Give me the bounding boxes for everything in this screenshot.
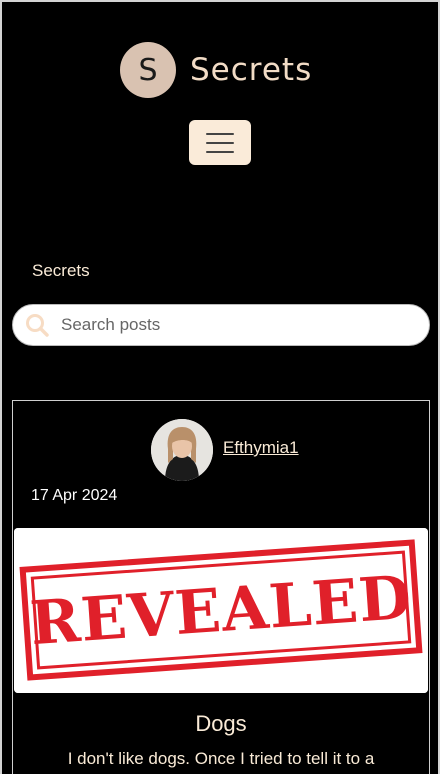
post-image[interactable]: REVEALED (14, 528, 428, 693)
hamburger-icon (206, 132, 234, 135)
logo-avatar: S (120, 42, 176, 98)
post-excerpt: I don't like dogs. Once I tried to tell … (67, 749, 375, 768)
hamburger-icon-line (206, 141, 234, 144)
search-bar[interactable] (12, 304, 430, 346)
menu-toggle-button[interactable] (189, 120, 251, 165)
search-input[interactable] (59, 314, 403, 336)
hamburger-icon-line (206, 150, 234, 153)
logo-letter: S (138, 52, 158, 88)
post-date: 17 Apr 2024 (31, 487, 118, 504)
section-heading: Secrets (32, 261, 90, 280)
brand-logo[interactable]: S Secrets (120, 42, 312, 98)
post-title[interactable]: Dogs (13, 711, 429, 737)
brand-title: Secrets (190, 52, 313, 88)
search-icon (23, 311, 51, 339)
author-avatar[interactable] (151, 419, 213, 481)
post-card[interactable]: Efthymia1 17 Apr 2024 REVEALED Dogs I do… (12, 400, 430, 774)
app-frame: S Secrets Secrets Efthymia1 (0, 0, 440, 774)
author-link[interactable]: Efthymia1 (223, 438, 299, 458)
